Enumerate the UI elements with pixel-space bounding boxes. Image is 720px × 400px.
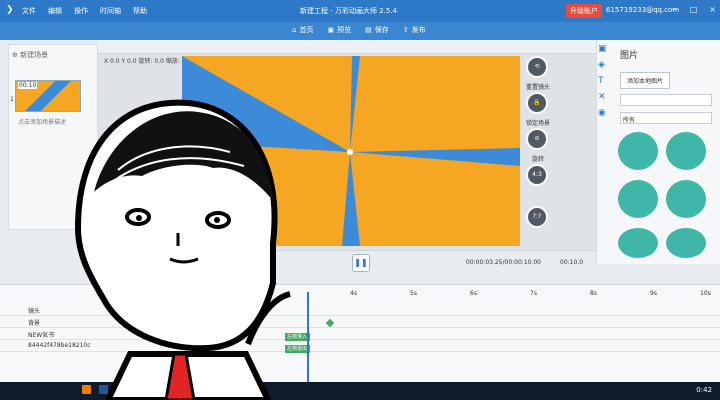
ratio-43-icon[interactable]: 4:3 (526, 164, 548, 186)
preview-label: 预览 (337, 26, 352, 34)
tick-7s: 7s (530, 290, 537, 297)
shape-tab-icon[interactable]: ◈ (598, 60, 616, 76)
canvas-toolbar (98, 40, 596, 54)
new-scene-label: 新建场景 (20, 51, 49, 59)
account-label[interactable]: 615719233@qq.com (606, 6, 679, 14)
window-controls: − □ × (671, 5, 716, 14)
tick-4s: 4s (350, 290, 357, 297)
add-local-image-button[interactable]: 添加本地图片 (620, 72, 671, 89)
main-toolbar: ⌂ 首页 ▣ 预览 ▤ 保存 ⇪ 发布 (0, 22, 720, 40)
panel-tab-icons: ▣ ◈ T ✕ ◉ (598, 44, 616, 260)
home-icon: ⌂ (292, 26, 297, 34)
menu-help[interactable]: 帮助 (133, 6, 147, 16)
image-thumb-3[interactable] (618, 180, 658, 218)
timeline-ruler: 4s 5s 6s 7s 8s 9s 10s (300, 290, 720, 300)
window-title: 新建工程 - 万彩动画大师 2.5.4 (300, 7, 398, 15)
title-bar: ❯ 文件 编辑 操作 时间轴 帮助 新建工程 - 万彩动画大师 2.5.4 升级… (0, 0, 720, 22)
new-scene-button[interactable]: ⊕ 新建场景 (12, 50, 48, 60)
reset-camera-icon[interactable]: ⟲ (526, 56, 548, 78)
lock-icon[interactable]: 🔒 (526, 92, 548, 114)
tick-8s: 8s (590, 290, 597, 297)
panel-header: 图片 (620, 51, 639, 61)
timeline-speed[interactable]: 00:10.0 (560, 259, 583, 266)
publish-label: 发布 (411, 26, 426, 34)
save-button[interactable]: ▤ 保存 (365, 25, 389, 35)
home-button[interactable]: ⌂ 首页 (292, 25, 313, 35)
taskbar-time: 0:42 (696, 386, 712, 394)
menu-timeline[interactable]: 时间轴 (100, 6, 121, 16)
close-icon[interactable]: × (709, 5, 716, 14)
image-thumb-5[interactable] (618, 228, 658, 258)
character-illustration (74, 99, 291, 400)
lock-label: 锁定场景 (525, 120, 550, 127)
tick-10s: 10s (700, 290, 711, 297)
ratio-custom-icon[interactable]: ?:? (526, 206, 548, 228)
rotate-label: 旋转 (531, 156, 544, 163)
upgrade-button[interactable]: 升级账户 (566, 4, 602, 18)
tick-9s: 9s (650, 290, 657, 297)
scene-time: 00:10 (18, 82, 38, 89)
maximize-icon[interactable]: □ (690, 5, 698, 14)
preview-icon: ▣ (327, 26, 335, 34)
tools-tab-icon[interactable]: ✕ (598, 92, 616, 108)
image-search-input[interactable] (620, 94, 712, 106)
menu-action[interactable]: 操作 (74, 6, 88, 16)
play-pause-button[interactable]: ❚❚ (352, 254, 370, 272)
image-thumb-1[interactable] (618, 132, 658, 170)
track-label: 背景 (28, 320, 41, 327)
preview-button[interactable]: ▣ 预览 (327, 25, 351, 35)
track-label: 镜头 (28, 308, 41, 315)
menu-edit[interactable]: 编辑 (48, 6, 62, 16)
text-tab-icon[interactable]: T (598, 76, 616, 92)
media-tab-icon[interactable]: ◉ (598, 108, 616, 124)
rotate-icon[interactable]: ⊘ (526, 128, 548, 150)
menu-file[interactable]: 文件 (22, 6, 36, 16)
scene-index: 1 (10, 96, 14, 103)
canvas-side-tools: ⟲ 重置镜头 🔒 锁定场景 ⊘ 旋转 4:3 ?:? (522, 56, 554, 246)
minimize-icon[interactable]: − (671, 5, 678, 14)
plus-icon: ⊕ (12, 51, 21, 59)
image-thumb-4[interactable] (666, 180, 706, 218)
image-tab-icon[interactable]: ▣ (598, 44, 616, 60)
image-grid (618, 132, 710, 260)
image-thumb-2[interactable] (666, 132, 706, 170)
home-label: 首页 (299, 26, 314, 34)
save-label: 保存 (374, 26, 389, 34)
reset-camera-label: 重置镜头 (525, 84, 550, 91)
tick-5s: 5s (410, 290, 417, 297)
save-icon: ▤ (365, 26, 372, 34)
tick-6s: 6s (470, 290, 477, 297)
publish-button[interactable]: ⇪ 发布 (403, 25, 426, 35)
app-window: ❯ 文件 编辑 操作 时间轴 帮助 新建工程 - 万彩动画大师 2.5.4 升级… (0, 0, 720, 400)
publish-icon: ⇪ (402, 26, 409, 34)
timeline-duration: 00:00:03.25/00:00:10.00 (466, 259, 541, 266)
category-select[interactable]: 所有 (620, 112, 712, 124)
image-thumb-6[interactable] (666, 228, 706, 258)
scene-caption[interactable]: 点击添加场景描述 (18, 117, 66, 126)
top-menu: 文件 编辑 操作 时间轴 帮助 (22, 6, 147, 16)
toolbar-actions: ⌂ 首页 ▣ 预览 ▤ 保存 ⇪ 发布 (292, 25, 426, 35)
app-logo-icon: ❯ (6, 5, 14, 15)
track-label: NEW気书 (28, 332, 55, 339)
